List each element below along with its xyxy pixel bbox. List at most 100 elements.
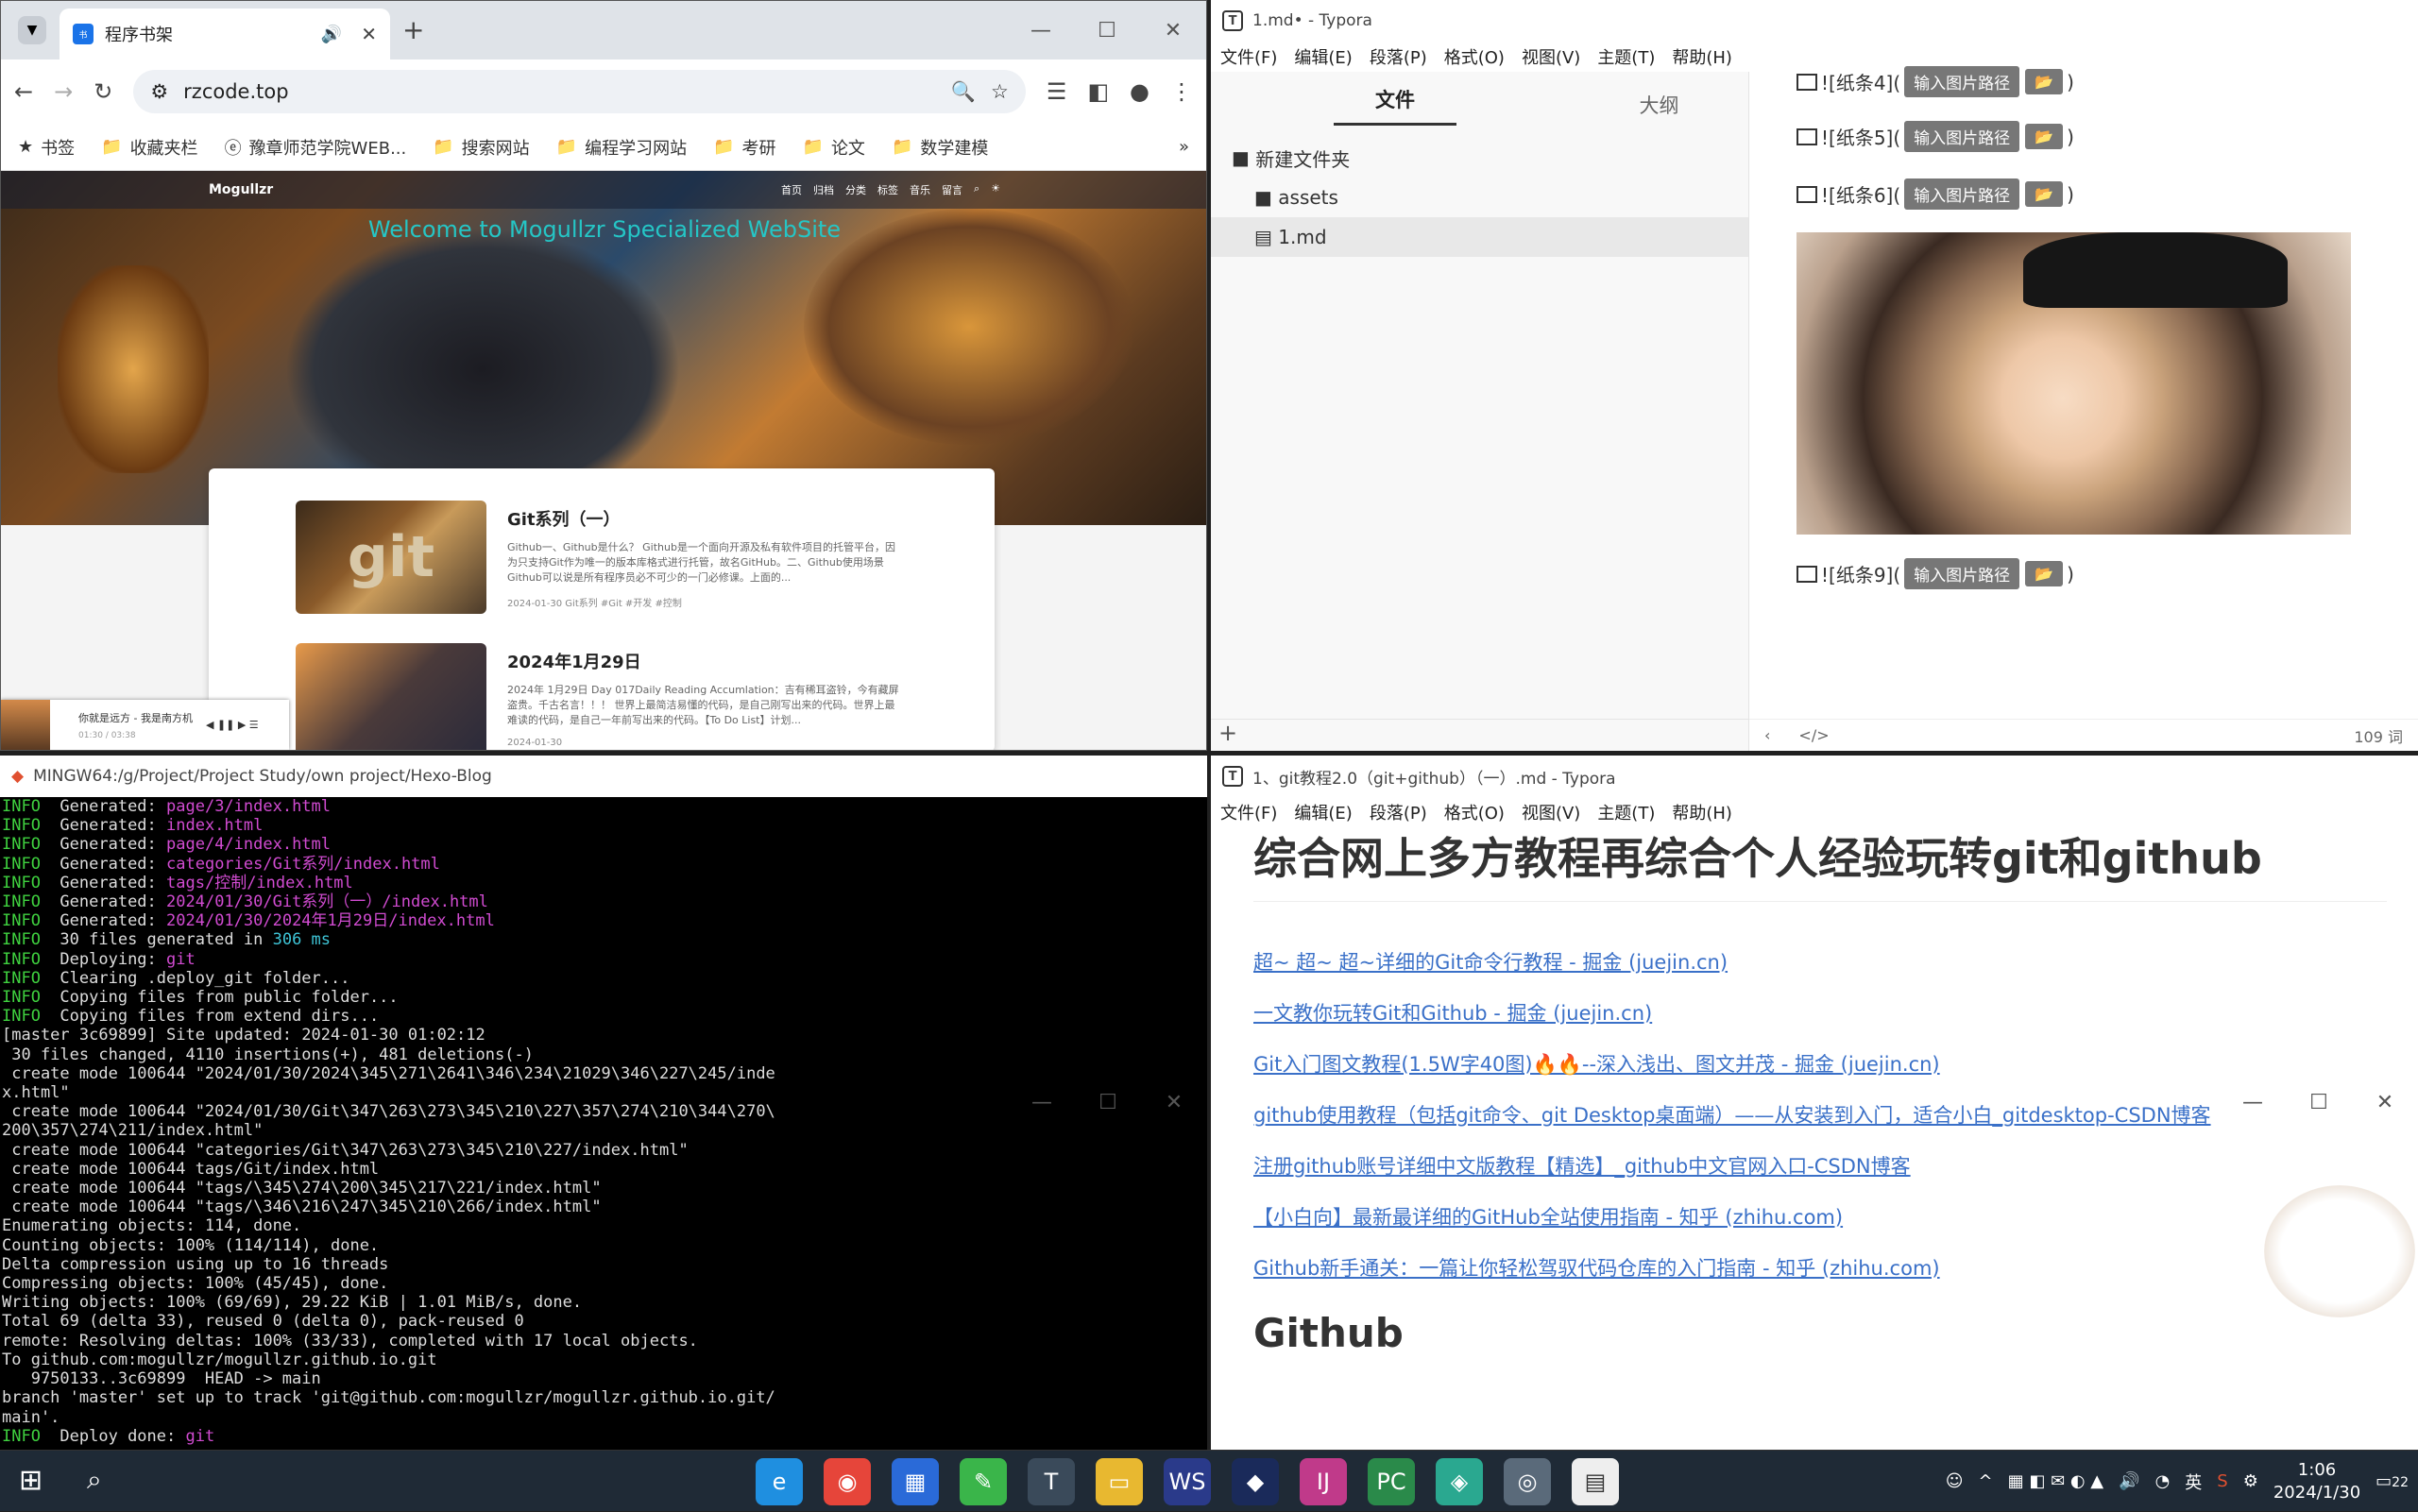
bookmark-item[interactable]: 📁 搜索网站 (433, 135, 529, 160)
add-file-button[interactable]: + (1211, 719, 1748, 751)
chrome-icon[interactable]: ◉ (824, 1458, 871, 1505)
browser-icon[interactable]: ◎ (1504, 1458, 1551, 1505)
start-icon[interactable]: ⊞ (19, 1464, 43, 1497)
back-icon[interactable]: ← (14, 78, 33, 105)
network-icon[interactable]: ◔ (2155, 1471, 2171, 1491)
doc-link[interactable]: 一文教你玩转Git和Github - 掘金 (juejin.cn) (1253, 998, 2387, 1027)
webstorm-icon[interactable]: WS (1164, 1458, 1211, 1505)
menu-view[interactable]: 视图(V) (1522, 44, 1580, 69)
image-path-button[interactable]: 输入图片路径 (1904, 66, 2020, 97)
profile-icon[interactable]: ● (1130, 78, 1149, 105)
player-controls-icon[interactable]: ◀ ❚❚ ▶ ☰ (206, 719, 259, 731)
doc-link[interactable]: 【小白向】最新最详细的GitHub全站使用指南 - 知乎 (zhihu.com) (1253, 1202, 2387, 1231)
minimize-button[interactable]: — (1009, 756, 1075, 1450)
ime-indicator[interactable]: 英 (2185, 1470, 2202, 1494)
nav-link[interactable]: 留言 (942, 182, 962, 197)
close-button[interactable]: ✕ (1141, 756, 1207, 1450)
tab-files[interactable]: 文件 (1334, 85, 1456, 126)
forward-icon[interactable]: → (54, 78, 73, 105)
menu-view[interactable]: 视图(V) (1522, 800, 1580, 824)
bookmark-item[interactable]: 📁 数学建模 (892, 135, 988, 160)
nav-link[interactable]: 归档 (813, 182, 834, 197)
source-mode-icon[interactable]: </> (1798, 726, 1829, 744)
menu-help[interactable]: 帮助(H) (1672, 800, 1732, 824)
menu-file[interactable]: 文件(F) (1220, 800, 1277, 824)
media-icon[interactable]: ☰ (1047, 78, 1067, 105)
image-path-button[interactable]: 输入图片路径 (1904, 121, 2020, 152)
toggle-sidebar-icon[interactable]: ‹ (1764, 726, 1770, 744)
image-placeholder[interactable]: ![纸条6](输入图片路径 📂) (1796, 178, 2074, 210)
post-title[interactable]: Git系列（一） (507, 506, 904, 531)
zoom-icon[interactable]: 🔍 (951, 80, 976, 104)
menu-edit[interactable]: 编辑(E) (1294, 44, 1352, 69)
bookmark-item[interactable]: 📁 编程学习网站 (556, 135, 687, 160)
site-info-icon[interactable]: ⚙ (150, 80, 168, 103)
image-placeholder[interactable]: ![纸条5](输入图片路径 📂) (1796, 121, 2074, 152)
explorer-icon[interactable]: ▭ (1096, 1458, 1143, 1505)
folder-browse-icon[interactable]: 📂 (2025, 181, 2064, 207)
nav-link[interactable]: 分类 (845, 182, 866, 197)
menu-theme[interactable]: 主题(T) (1597, 800, 1655, 824)
document-body[interactable]: 综合网上多方教程再综合个人经验玩转git和github 超~ 超~ 超~详细的G… (1253, 829, 2387, 1356)
notification-icon[interactable]: ▭22 (2375, 1471, 2409, 1491)
search-icon[interactable]: ⌕ (87, 1464, 102, 1496)
url-text[interactable]: rzcode.top (183, 80, 288, 103)
tray-apps-icon[interactable]: ▦ ◧ ✉ ◐ ▲ (2008, 1471, 2104, 1491)
reload-icon[interactable]: ↻ (94, 78, 112, 105)
post-thumbnail[interactable] (296, 643, 486, 750)
nav-link[interactable]: 首页 (781, 182, 802, 197)
mascot-sticker[interactable] (2264, 1185, 2415, 1317)
menu-paragraph[interactable]: 段落(P) (1370, 800, 1427, 824)
tree-file[interactable]: ▤ 1.md (1211, 217, 1748, 257)
bookmark-item[interactable]: ⓔ 豫章师范学院WEB... (225, 135, 407, 160)
music-player[interactable]: 你就是远方 - 我是南方机 01:30 / 03:38 ◀ ❚❚ ▶ ☰ (1, 700, 289, 750)
nav-link[interactable]: 标签 (877, 182, 898, 197)
word-count[interactable]: 109 词 (2354, 724, 2403, 747)
clock[interactable]: 1:06 2024/1/30 (2273, 1459, 2360, 1504)
tree-folder[interactable]: ■ 新建文件夹 (1211, 138, 1748, 178)
minimize-button[interactable]: — (1008, 1, 1074, 59)
folder-browse-icon[interactable]: 📂 (2025, 69, 2064, 94)
bookmark-item[interactable]: 📁 考研 (713, 135, 775, 160)
menu-theme[interactable]: 主题(T) (1597, 44, 1655, 69)
sogou-icon[interactable]: S (2217, 1471, 2227, 1491)
close-tab-icon[interactable]: ✕ (361, 23, 377, 45)
theme-icon[interactable]: ☀ (991, 182, 1000, 197)
edge-icon[interactable]: e (756, 1458, 803, 1505)
typora-taskbar-icon[interactable]: T (1028, 1458, 1075, 1505)
menu-format[interactable]: 格式(O) (1444, 44, 1505, 69)
address-bar[interactable]: ⚙ rzcode.top 🔍 ☆ (133, 70, 1026, 113)
volume-icon[interactable]: 🔊 (2119, 1471, 2139, 1491)
image-placeholder[interactable]: ![纸条9](输入图片路径 📂) (1796, 558, 2074, 589)
search-icon[interactable]: ⌕ (974, 182, 979, 197)
tab-search-button[interactable]: ▼ (18, 16, 46, 44)
browser-tab[interactable]: 书 程序书架 🔊 ✕ (60, 8, 390, 59)
pycharm-icon[interactable]: PC (1368, 1458, 1415, 1505)
new-tab-button[interactable]: + (402, 14, 424, 45)
menu-file[interactable]: 文件(F) (1220, 44, 1277, 69)
doc-link[interactable]: Git入门图文教程(1.5W字40图)🔥🔥--深入浅出、图文并茂 - 掘金 (j… (1253, 1049, 2387, 1078)
bookmark-item[interactable]: ★ 书签 (18, 135, 75, 160)
menu-edit[interactable]: 编辑(E) (1294, 800, 1352, 824)
app-icon[interactable]: ◆ (1232, 1458, 1279, 1505)
bookmark-star-icon[interactable]: ☆ (991, 80, 1009, 103)
sidepanel-icon[interactable]: ◧ (1087, 78, 1109, 105)
folder-browse-icon[interactable]: 📂 (2025, 124, 2064, 149)
doc-link[interactable]: 注册github账号详细中文版教程【精选】_github中文官网入口-CSDN博… (1253, 1151, 2387, 1180)
vpn-icon[interactable]: ◈ (1436, 1458, 1483, 1505)
maximize-button[interactable]: ☐ (1075, 756, 1141, 1450)
doc-link[interactable]: github使用教程（包括git命令、git Desktop桌面端）——从安装到… (1253, 1100, 2387, 1129)
embedded-image[interactable] (1796, 232, 2351, 535)
maximize-button[interactable]: ☐ (1074, 1, 1140, 59)
notepad-icon[interactable]: ▤ (1572, 1458, 1619, 1505)
menu-format[interactable]: 格式(O) (1444, 800, 1505, 824)
chevron-up-icon[interactable]: ^ (1979, 1471, 1993, 1491)
close-button[interactable]: ✕ (1140, 1, 1206, 59)
bookmark-item[interactable]: 📁 收藏夹栏 (101, 135, 197, 160)
image-placeholder[interactable]: ![纸条4](输入图片路径 📂) (1796, 66, 2074, 97)
folder-browse-icon[interactable]: 📂 (2025, 561, 2064, 586)
menu-icon[interactable]: ⋮ (1170, 78, 1193, 105)
post-item[interactable]: 2024年1月29日 2024年 1月29日 Day 017Daily Read… (296, 643, 904, 750)
tab-outline[interactable]: 大纲 (1570, 91, 1748, 119)
more-bookmarks-icon[interactable]: » (1179, 137, 1189, 157)
